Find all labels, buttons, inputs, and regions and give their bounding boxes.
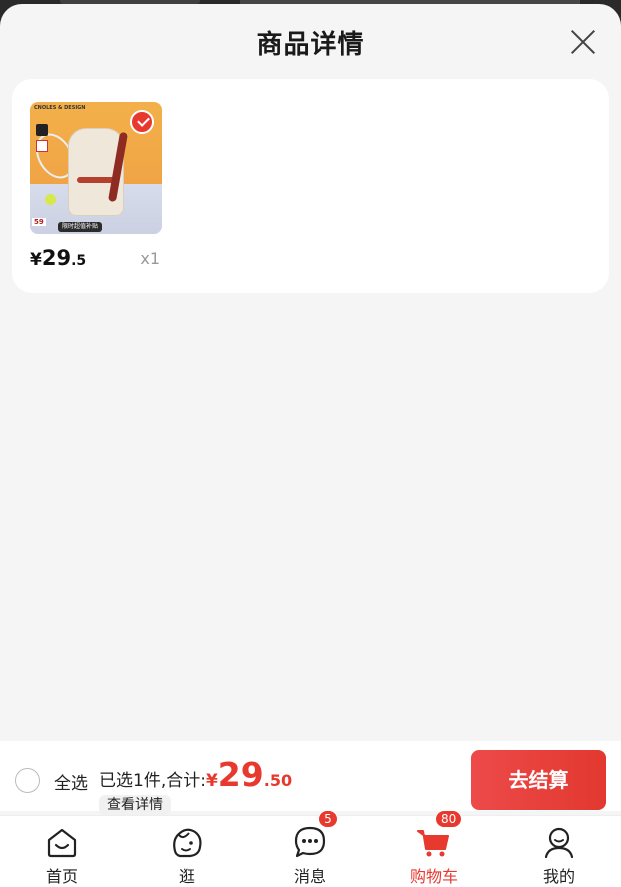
sheet-title: 商品详情 — [256, 30, 365, 60]
total-decimal: .50 — [263, 771, 293, 790]
tab-label: 购物车 — [409, 867, 458, 886]
tab-label: 消息 — [293, 867, 326, 886]
tab-label: 首页 — [45, 867, 78, 886]
close-icon[interactable] — [569, 28, 597, 56]
cart-badge: 80 — [435, 810, 463, 828]
product-image-brand: CNOLES & DESIGN — [34, 105, 86, 111]
tab-label: 逛 — [178, 867, 195, 886]
message-icon — [294, 826, 326, 858]
tab-cart[interactable]: 80 购物车 — [379, 810, 489, 887]
tab-explore[interactable]: 逛 — [132, 816, 242, 887]
profile-icon — [544, 827, 574, 859]
tab-label: 我的 — [542, 867, 575, 886]
tab-profile[interactable]: 我的 — [504, 816, 614, 887]
total-symbol: ¥ — [205, 771, 218, 791]
product-image-promo: 限时超值补贴 — [58, 222, 103, 232]
order-summary: 已选1件,合计:¥29.50 — [99, 755, 292, 794]
tennis-ball-graphic — [45, 194, 56, 205]
price-decimal: .5 — [71, 253, 87, 269]
view-detail-button[interactable]: 查看详情 — [99, 795, 171, 815]
explore-icon — [173, 828, 202, 858]
product-price: ¥29.5 — [30, 246, 86, 270]
cart-icon — [417, 830, 449, 857]
product-detail-sheet: 商品详情 CNOLES & DESIGN 59 限时超值补贴 ¥29.5 x1 — [0, 4, 621, 887]
select-all-radio[interactable] — [15, 768, 40, 793]
product-image-price: 59 — [32, 218, 46, 226]
home-icon — [47, 828, 77, 858]
product-quantity: x1 — [140, 249, 160, 268]
product-image[interactable]: CNOLES & DESIGN 59 限时超值补贴 — [30, 102, 162, 234]
checkout-button[interactable]: 去结算 — [471, 750, 606, 810]
brand-logo-graphic — [36, 124, 48, 136]
brand-logo-graphic — [36, 140, 48, 152]
sheet-header: 商品详情 — [0, 4, 621, 78]
product-item[interactable]: CNOLES & DESIGN 59 限时超值补贴 ¥29.5 x1 — [30, 102, 162, 276]
checkmark-icon[interactable] — [130, 110, 154, 134]
bottom-tab-bar: 首页 逛 5 消息 80 购物车 我的 — [0, 810, 621, 887]
message-badge: 5 — [318, 810, 338, 828]
price-symbol: ¥ — [30, 250, 42, 270]
price-row: ¥29.5 x1 — [30, 242, 162, 276]
tab-messages[interactable]: 5 消息 — [255, 810, 365, 887]
price-integer: 29 — [41, 246, 72, 270]
tab-home[interactable]: 首页 — [7, 816, 117, 887]
total-integer: 29 — [217, 755, 264, 794]
product-card: CNOLES & DESIGN 59 限时超值补贴 ¥29.5 x1 — [12, 79, 609, 293]
summary-text: 已选1件,合计: — [99, 771, 206, 791]
select-all-label[interactable]: 全选 — [54, 769, 88, 794]
checkout-bar: 全选 已选1件,合计:¥29.50 查看详情 去结算 — [0, 741, 621, 815]
